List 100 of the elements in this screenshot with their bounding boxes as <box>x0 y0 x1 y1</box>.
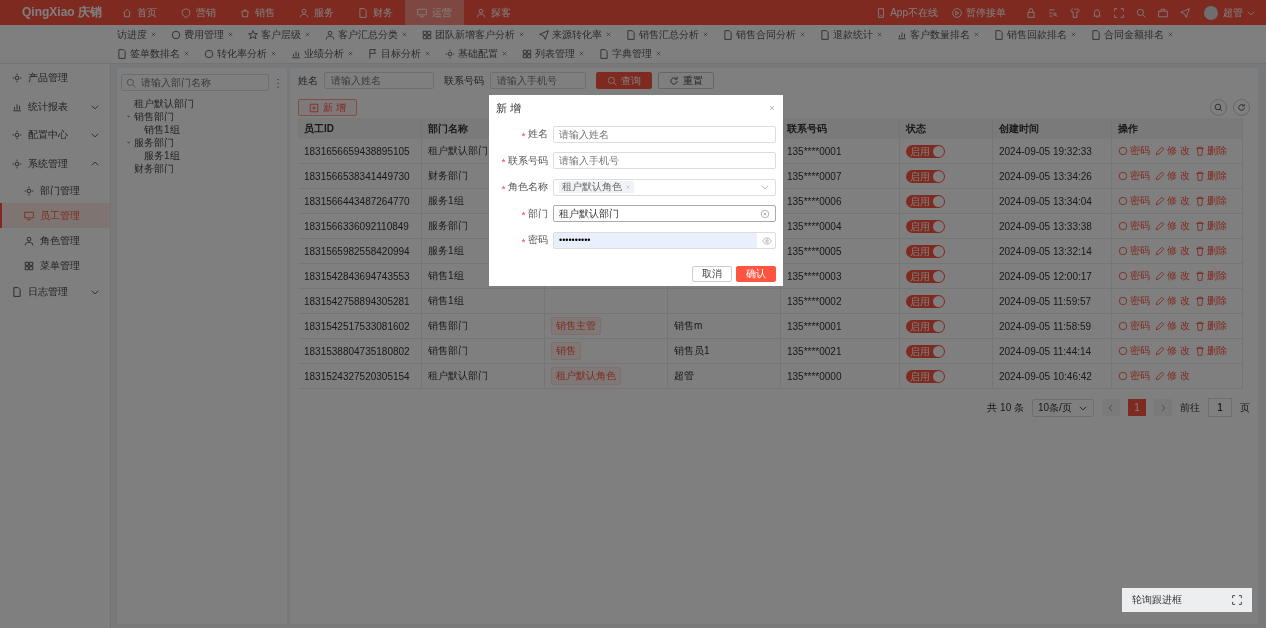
close-icon[interactable] <box>1167 31 1174 38</box>
user-menu[interactable]: 超管 <box>1223 5 1256 20</box>
input-field[interactable]: 请输入手机号 <box>553 152 776 170</box>
toggle-switch[interactable]: 启用 <box>906 244 945 258</box>
toggle-switch[interactable]: 启用 <box>906 294 945 308</box>
toggle-switch[interactable]: 启用 <box>906 144 945 158</box>
remove-icon[interactable] <box>625 184 631 191</box>
close-icon[interactable] <box>401 31 408 38</box>
sidebar-item[interactable]: 产品管理 <box>0 64 110 93</box>
notification-icon[interactable] <box>1092 7 1102 18</box>
page-tab[interactable]: 合同金额排名 <box>1084 25 1181 44</box>
close-icon[interactable] <box>227 31 234 38</box>
action-link[interactable]: 修 改 <box>1155 319 1190 333</box>
toggle-switch[interactable]: 启用 <box>906 194 945 208</box>
action-link[interactable]: 删除 <box>1194 269 1227 283</box>
sidebar-item[interactable]: 日志管理 <box>0 278 110 307</box>
sidebar-item[interactable]: 配置中心 <box>0 121 110 150</box>
select-field[interactable]: 租户默认角色 <box>553 178 776 196</box>
page-input[interactable]: 1 <box>1208 398 1232 417</box>
page-tab[interactable]: 销售汇总分析 <box>619 25 716 44</box>
search-button[interactable]: 查询 <box>596 72 652 89</box>
close-icon[interactable] <box>768 104 776 112</box>
nav-tab[interactable]: 首页 <box>110 0 169 25</box>
toggle-switch[interactable]: 启用 <box>906 369 945 383</box>
page-tab[interactable]: 基础配置 <box>438 44 515 63</box>
toggle-switch[interactable]: 启用 <box>906 219 945 233</box>
close-icon[interactable] <box>605 31 612 38</box>
sidebar-item[interactable]: 角色管理 <box>0 228 110 253</box>
phone-field[interactable]: 请输入手机号 <box>490 72 586 89</box>
action-link[interactable]: 修 改 <box>1155 294 1190 308</box>
close-icon[interactable] <box>655 50 662 57</box>
action-link[interactable]: 修 改 <box>1155 244 1190 258</box>
action-link[interactable]: 删除 <box>1194 144 1227 158</box>
sidebar-item[interactable]: 员工管理 <box>0 203 110 228</box>
page-button[interactable]: 1 <box>1128 399 1146 416</box>
tree-node[interactable]: 销售部门 <box>121 110 283 123</box>
send-icon[interactable] <box>1180 7 1190 18</box>
sidebar-item[interactable]: 系统管理 <box>0 149 110 178</box>
briefcase-icon[interactable] <box>1158 7 1168 18</box>
action-link[interactable]: 密码 <box>1118 344 1150 358</box>
name-field[interactable]: 请输入姓名 <box>324 72 434 89</box>
action-link[interactable]: 删除 <box>1194 294 1227 308</box>
close-icon[interactable] <box>702 31 709 38</box>
action-link[interactable]: 密码 <box>1118 219 1150 233</box>
action-link[interactable]: 密码 <box>1118 194 1150 208</box>
action-link[interactable]: 密码 <box>1118 319 1150 333</box>
page-tab[interactable]: 团队新增客户分析 <box>415 25 532 44</box>
sidebar-item[interactable]: 菜单管理 <box>0 253 110 278</box>
page-tab[interactable]: 费用管理 <box>164 25 241 44</box>
page-tab[interactable]: 退款统计 <box>813 25 890 44</box>
page-tab[interactable]: 来源转化率 <box>532 25 619 44</box>
close-icon[interactable] <box>270 50 277 57</box>
action-link[interactable]: 修 改 <box>1155 194 1190 208</box>
action-link[interactable]: 修 改 <box>1155 344 1190 358</box>
avatar[interactable] <box>1204 5 1218 20</box>
action-link[interactable]: 密码 <box>1118 144 1150 158</box>
page-tab[interactable]: 客户汇总分类 <box>318 25 415 44</box>
nav-tab[interactable]: 销售 <box>228 0 287 25</box>
page-tab[interactable]: 客户数量排名 <box>890 25 987 44</box>
action-link[interactable]: 密码 <box>1118 369 1150 383</box>
close-icon[interactable] <box>424 50 431 57</box>
action-link[interactable]: 修 改 <box>1155 269 1190 283</box>
fullscreen-icon[interactable] <box>1232 595 1242 605</box>
page-tab[interactable]: 销售回款排名 <box>987 25 1084 44</box>
toggle-switch[interactable]: 启用 <box>906 269 945 283</box>
action-link[interactable]: 修 改 <box>1155 219 1190 233</box>
tree-node[interactable]: 财务部门 <box>121 162 283 175</box>
toggle-switch[interactable]: 启用 <box>906 169 945 183</box>
status-indicator[interactable]: App不在线 <box>876 5 938 20</box>
close-icon[interactable] <box>183 50 190 57</box>
page-tab[interactable]: 字典管理 <box>592 44 669 63</box>
close-icon[interactable] <box>578 50 585 57</box>
select-field[interactable]: 租户默认部门 <box>553 205 776 223</box>
action-link[interactable]: 删除 <box>1194 169 1227 183</box>
tree-node[interactable]: 租户默认部门 <box>121 97 283 110</box>
action-link[interactable]: 密码 <box>1118 244 1150 258</box>
input-field[interactable]: 请输入姓名 <box>553 125 776 143</box>
page-tab[interactable]: 客户层级 <box>241 25 318 44</box>
page-tab[interactable]: 销售合同分析 <box>716 25 813 44</box>
action-link[interactable]: 删除 <box>1194 219 1227 233</box>
confirm-button[interactable]: 确认 <box>736 265 776 282</box>
close-icon[interactable] <box>304 31 311 38</box>
action-link[interactable]: 删除 <box>1194 244 1227 258</box>
action-link[interactable]: 删除 <box>1194 319 1227 333</box>
action-link[interactable]: 密码 <box>1118 269 1150 283</box>
action-link[interactable]: 修 改 <box>1155 369 1190 383</box>
eye-icon[interactable] <box>762 235 772 246</box>
tree-node[interactable]: 服务1组 <box>121 149 283 162</box>
nav-tab[interactable]: 营销 <box>169 0 228 25</box>
shirt-icon[interactable] <box>1070 7 1080 18</box>
close-icon[interactable] <box>347 50 354 57</box>
page-size-select[interactable]: 10条/页 <box>1032 398 1094 417</box>
search-field[interactable]: 请输入部门名称 <box>121 74 269 91</box>
action-link[interactable]: 删除 <box>1194 344 1227 358</box>
page-tab[interactable]: 签单数排名 <box>110 44 197 63</box>
status-indicator[interactable]: 暂停接单 <box>952 5 1006 20</box>
page-tab[interactable]: 访进度 <box>110 25 164 44</box>
page-tab[interactable]: 转化率分析 <box>197 44 284 63</box>
nav-tab[interactable]: 探客 <box>464 0 523 25</box>
nav-tab[interactable]: 财务 <box>346 0 405 25</box>
